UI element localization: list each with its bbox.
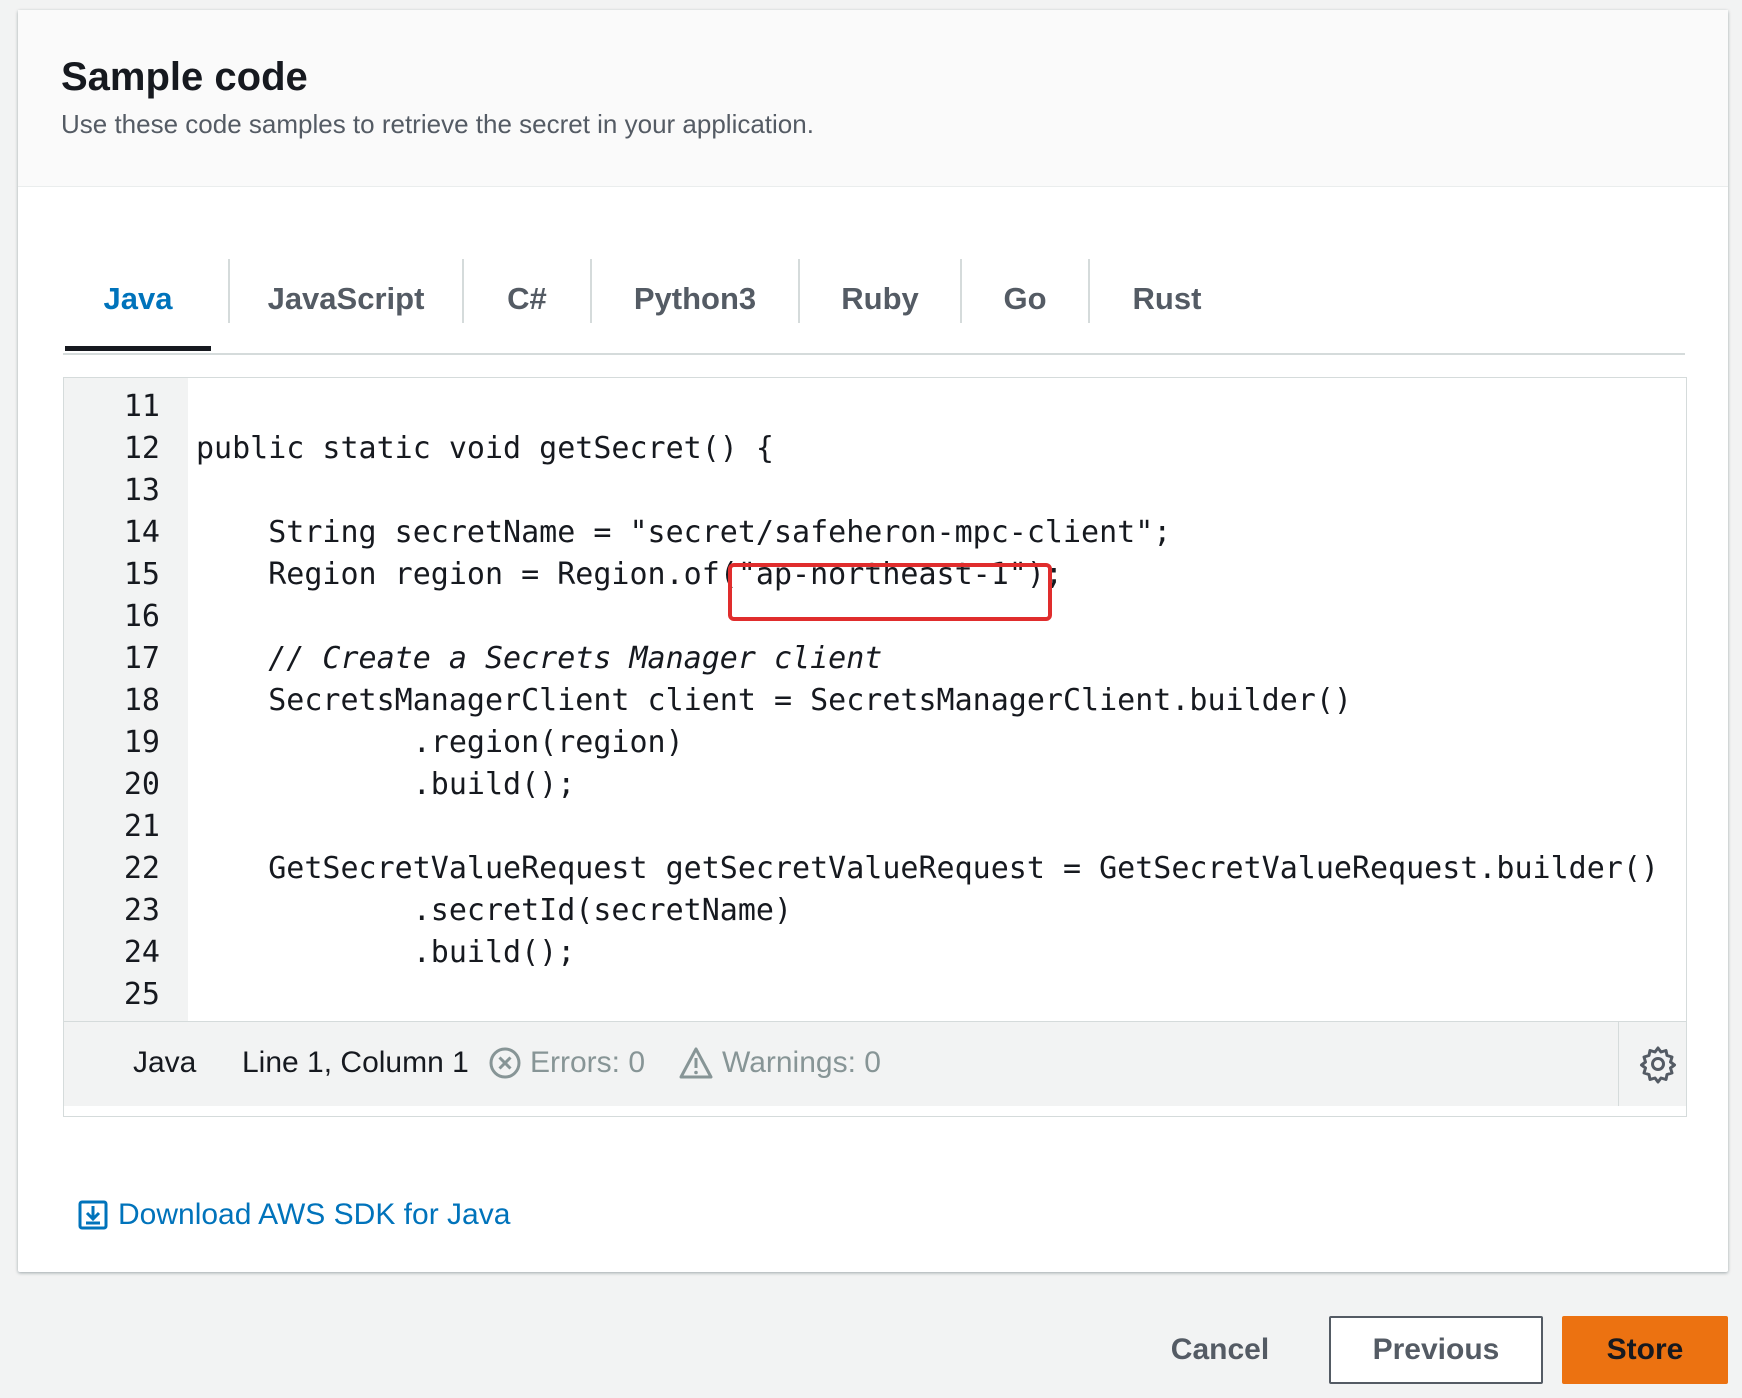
code-line: .region(region) xyxy=(196,725,684,760)
line-number: 14 xyxy=(123,515,160,550)
active-tab-indicator xyxy=(65,346,211,351)
line-number: 12 xyxy=(123,431,160,466)
panel-description: Use these code samples to retrieve the s… xyxy=(61,109,814,139)
panel-header: Sample code Use these code samples to re… xyxy=(18,10,1728,187)
code-line: .build(); xyxy=(196,935,576,970)
previous-button[interactable]: Previous xyxy=(1329,1316,1543,1384)
region-highlight-box xyxy=(728,563,1052,621)
download-sdk-link[interactable]: Download AWS SDK for Java xyxy=(78,1198,510,1232)
download-sdk-link-label: Download AWS SDK for Java xyxy=(118,1198,511,1231)
code-line: GetSecretValueRequest getSecretValueRequ… xyxy=(196,851,1659,886)
editor-status-bar: Java Line 1, Column 1 Errors: 0 Warnings… xyxy=(64,1021,1686,1106)
tab-python3[interactable]: Python3 xyxy=(592,247,798,351)
code-line: .secretId(secretName) xyxy=(196,893,793,928)
sample-code-panel: Sample code Use these code samples to re… xyxy=(18,10,1728,1272)
tab-rust[interactable]: Rust xyxy=(1090,247,1244,351)
line-number: 18 xyxy=(123,683,160,718)
language-tabs: Java JavaScript C# Python3 Ruby Go Rust xyxy=(63,247,1685,355)
code-content[interactable]: public static void getSecret() { String … xyxy=(188,378,1686,1021)
code-editor[interactable]: 11 12 13 14 15 16 17 18 19 20 21 22 23 2… xyxy=(63,377,1687,1117)
tab-javascript[interactable]: JavaScript xyxy=(230,247,462,351)
line-number: 22 xyxy=(123,851,160,886)
panel-title: Sample code xyxy=(61,55,308,99)
line-number: 13 xyxy=(123,473,160,508)
code-line: SecretsManagerClient client = SecretsMan… xyxy=(196,683,1352,718)
tab-csharp[interactable]: C# xyxy=(464,247,590,351)
tab-java[interactable]: Java xyxy=(65,247,211,351)
code-line: String secretName = "secret/safeheron-mp… xyxy=(196,515,1172,550)
line-number: 24 xyxy=(123,935,160,970)
error-circle-icon xyxy=(489,1047,521,1079)
status-errors[interactable]: Errors: 0 xyxy=(488,1046,645,1080)
store-button[interactable]: Store xyxy=(1562,1316,1728,1384)
tab-ruby[interactable]: Ruby xyxy=(800,247,960,351)
line-number: 25 xyxy=(123,977,160,1012)
line-number: 21 xyxy=(123,809,160,844)
line-number-gutter: 11 12 13 14 15 16 17 18 19 20 21 22 23 2… xyxy=(64,378,188,1021)
errors-count: Errors: 0 xyxy=(530,1046,646,1079)
line-number: 23 xyxy=(123,893,160,928)
code-line: public static void getSecret() { xyxy=(196,431,774,466)
status-divider xyxy=(1618,1022,1619,1106)
line-number: 16 xyxy=(123,599,160,634)
tab-go[interactable]: Go xyxy=(962,247,1088,351)
download-icon xyxy=(78,1200,108,1230)
warning-triangle-icon xyxy=(679,1047,713,1079)
settings-gear-icon[interactable] xyxy=(1634,1040,1682,1088)
status-cursor-position: Line 1, Column 1 xyxy=(242,1046,469,1079)
warnings-count: Warnings: 0 xyxy=(722,1046,881,1079)
line-number: 19 xyxy=(123,725,160,760)
status-warnings[interactable]: Warnings: 0 xyxy=(678,1046,881,1080)
line-number: 11 xyxy=(123,389,160,424)
line-number: 17 xyxy=(123,641,160,676)
code-line: .build(); xyxy=(196,767,576,802)
line-number: 20 xyxy=(123,767,160,802)
line-number: 15 xyxy=(123,557,160,592)
cancel-button[interactable]: Cancel xyxy=(1150,1316,1290,1384)
code-comment-line: // Create a Secrets Manager client xyxy=(196,641,883,676)
status-language: Java xyxy=(133,1046,197,1079)
